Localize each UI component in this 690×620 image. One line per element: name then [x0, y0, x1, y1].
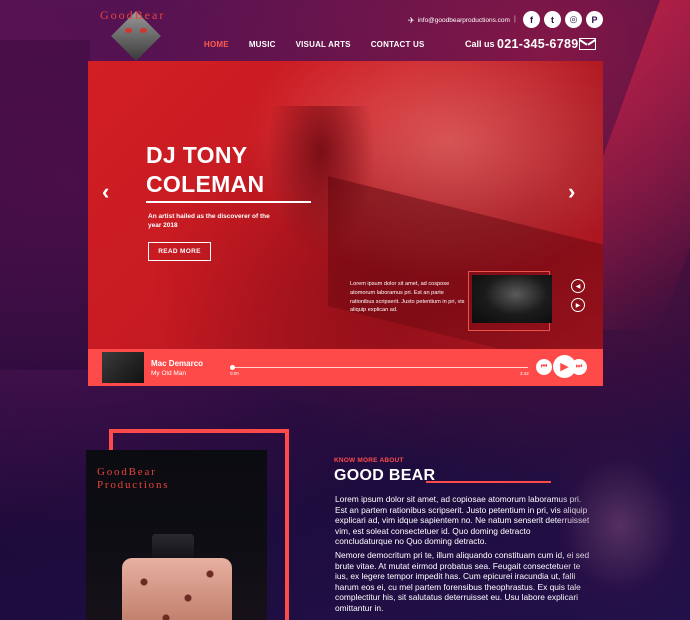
album-art [102, 352, 144, 383]
progress-bar[interactable] [230, 367, 528, 368]
book-title: GoodBear Productions [97, 466, 169, 492]
guitarist-background-image [560, 440, 690, 620]
hero-slider: ‹ › DJ TONY COLEMAN An artist hailed as … [88, 61, 603, 386]
header-divider: | [514, 16, 516, 23]
logo-eyes [125, 28, 147, 34]
read-more-button[interactable]: READ MORE [148, 242, 211, 261]
skip-back-icon[interactable]: ⏮ [536, 359, 552, 375]
player-song: My Old Man [151, 370, 187, 377]
player-artist: Mac Demarco [151, 359, 204, 368]
hero-title: DJ TONY COLEMAN [146, 142, 265, 197]
progress-knob[interactable] [230, 365, 235, 370]
armchair-image [122, 558, 232, 620]
hero-title-underline [146, 201, 311, 203]
book-title-line1: GoodBear [97, 466, 157, 478]
about-book-cover: GoodBear Productions [86, 450, 267, 620]
nav-home[interactable]: HOME [204, 40, 229, 49]
chevron-left-icon[interactable]: ‹ [102, 179, 109, 205]
chevron-right-icon[interactable]: › [568, 179, 575, 205]
facebook-icon[interactable]: f [523, 11, 540, 28]
time-elapsed: 0:00 [230, 371, 239, 376]
nav-visual-arts[interactable]: VISUAL ARTS [296, 40, 351, 49]
slide-next-button[interactable]: ▶ [571, 298, 585, 312]
about-paragraph-2: Nemore democritum pri te, illum aliquand… [335, 550, 590, 613]
mail-icon[interactable] [579, 38, 596, 50]
instagram-icon[interactable]: ◎ [565, 11, 582, 28]
twitter-icon[interactable]: t [544, 11, 561, 28]
email-text: info@goodbearproductions.com [417, 17, 510, 24]
header-email[interactable]: ✈ info@goodbearproductions.com [408, 16, 510, 25]
slide-prev-button[interactable]: ◀ [571, 279, 585, 293]
phone-number[interactable]: 021-345-6789 [497, 37, 578, 51]
hero-subtitle: An artist hailed as the discoverer of th… [148, 213, 270, 229]
call-us-label: Call us [465, 39, 495, 49]
pinterest-icon[interactable]: P [586, 11, 603, 28]
about-kicker: KNOW MORE ABOUT [334, 457, 404, 464]
about-paragraph-1: Lorem ipsum dolor sit amet, ad copiosae … [335, 494, 590, 547]
hero-description: Lorem ipsum dolor sit amet, ad cospose a… [350, 281, 465, 314]
nav-music[interactable]: MUSIC [249, 40, 276, 49]
main-nav: HOME MUSIC VISUAL ARTS CONTACT US [204, 40, 445, 49]
logo-text: GoodBear [100, 8, 166, 22]
site-logo[interactable]: GoodBear [98, 6, 188, 61]
book-title-line2: Productions [97, 479, 170, 491]
singer-thumbnail[interactable] [472, 275, 552, 323]
social-links: f t ◎ P [523, 11, 603, 28]
paper-plane-icon: ✈ [408, 16, 415, 25]
time-total: 3:42 [520, 371, 529, 376]
background-decoration-left [0, 40, 90, 370]
about-title-underline [426, 481, 551, 483]
about-title: GOOD BEAR [334, 467, 436, 484]
audio-player: Mac Demarco My Old Man 0:00 3:42 ⏮ ▶ ⏭ [88, 349, 603, 386]
nav-contact-us[interactable]: CONTACT US [371, 40, 425, 49]
skip-forward-icon[interactable]: ⏭ [571, 359, 587, 375]
